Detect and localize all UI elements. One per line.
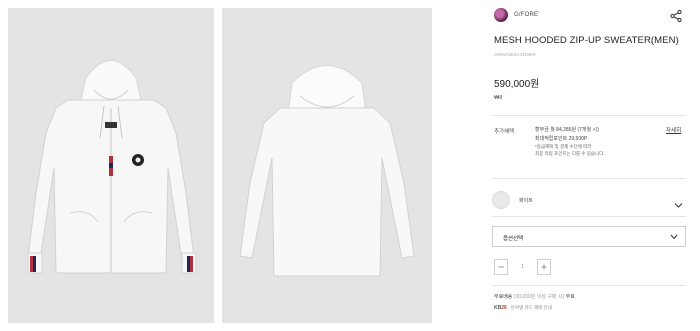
benefit-label: 추가혜택 [494, 129, 515, 135]
color-selector[interactable]: 화이트 [492, 191, 533, 209]
product-point: ₩8 [494, 95, 503, 101]
card-badge: KB26 [494, 305, 507, 311]
color-name: 화이트 [519, 197, 533, 204]
product-sku: GMWA9E2A431WHI [494, 52, 536, 57]
divider [492, 285, 686, 286]
quantity-value[interactable]: 1 [508, 259, 537, 275]
benefit-lines: 할부금 월 84,286원 (7개월 시) 최대적립포인트 29,500P *등… [535, 126, 655, 157]
share-button[interactable] [669, 9, 683, 23]
card-badge-number: 26 [501, 305, 507, 311]
product-image-front[interactable] [8, 8, 214, 323]
quantity-stepper[interactable]: 1 [494, 259, 552, 275]
brand-logo [494, 8, 508, 22]
quantity-plus-button[interactable] [537, 259, 551, 275]
shipping-threshold: (30,000원 이상 구매 시) [513, 294, 565, 300]
benefit-installment: 할부금 월 84,286원 (7개월 시) [535, 127, 599, 133]
product-detail-panel: G/FORE' MESH HOODED ZIP-UP SWEATER(MEN) … [478, 0, 700, 331]
chevron-down-icon [674, 203, 683, 208]
hoodie-front-illustration [27, 60, 197, 274]
divider [492, 216, 686, 217]
product-price: 590,000원 [494, 79, 540, 90]
card-benefit-row[interactable]: KB26 분야별 카드 혜택 안내 [494, 305, 552, 311]
benefit-note-2: 최종 적립 포인트는 다를 수 있습니다. [535, 150, 605, 156]
divider [492, 115, 686, 116]
option-select-label: 옵션선택 [503, 236, 524, 242]
color-toggle[interactable] [674, 196, 683, 208]
product-gallery [0, 0, 440, 331]
plus-icon [541, 264, 547, 270]
share-icon [670, 9, 682, 23]
product-image-back[interactable] [222, 8, 432, 323]
option-select[interactable]: 옵션선택 [492, 226, 686, 247]
color-swatch-white[interactable] [492, 191, 510, 209]
card-benefit-text: 분야별 카드 혜택 안내 [510, 305, 552, 310]
brand-name: G/FORE' [514, 12, 540, 18]
product-title: MESH HOODED ZIP-UP SWEATER(MEN) [494, 35, 679, 46]
shipping-suffix: 무료 [565, 294, 575, 300]
benefit-max-point: 최대적립포인트 29,500P [535, 136, 588, 142]
shipping-info: 무료배송 (30,000원 이상 구매 시) 무료 [494, 293, 575, 300]
quantity-minus-button[interactable] [494, 259, 508, 275]
brand-row[interactable]: G/FORE' [494, 8, 540, 22]
minus-icon [498, 266, 504, 268]
hoodie-back-illustration [239, 65, 415, 277]
chevron-down-icon [670, 234, 678, 240]
divider [492, 178, 686, 179]
shipping-prefix: 무료배송 [494, 294, 513, 300]
benefit-detail-link[interactable]: 자세히 [666, 126, 681, 134]
